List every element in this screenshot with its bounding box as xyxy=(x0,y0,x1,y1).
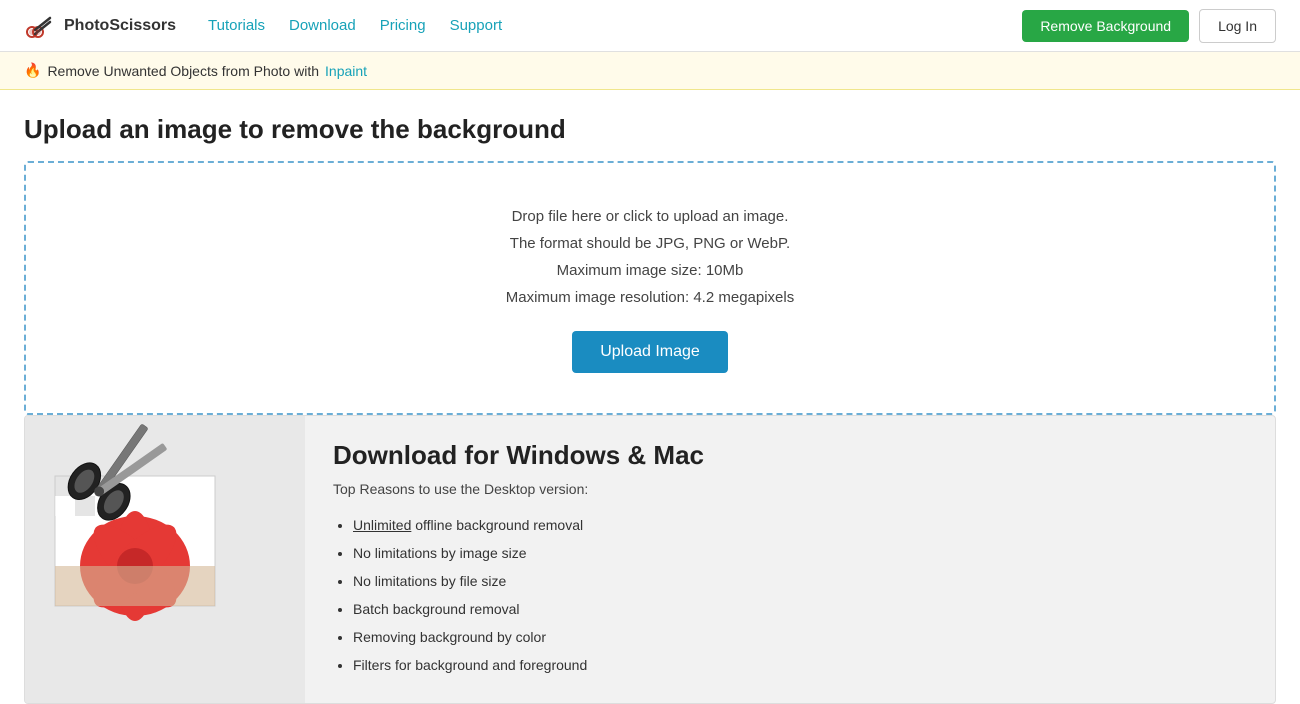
list-item: Unlimited offline background removal xyxy=(353,511,1247,539)
upload-area[interactable]: Drop file here or click to upload an ima… xyxy=(24,161,1276,415)
download-subtitle: Top Reasons to use the Desktop version: xyxy=(333,481,1247,497)
upload-instructions: Drop file here or click to upload an ima… xyxy=(46,203,1254,311)
main-nav: Tutorials Download Pricing Support xyxy=(208,17,1022,34)
nav-support[interactable]: Support xyxy=(450,17,503,34)
login-button[interactable]: Log In xyxy=(1199,9,1276,43)
nav-download[interactable]: Download xyxy=(289,17,356,34)
download-features-list: Unlimited offline background removal No … xyxy=(333,511,1247,679)
upload-line3: Maximum image size: 10Mb xyxy=(46,257,1254,284)
nav-tutorials[interactable]: Tutorials xyxy=(208,17,265,34)
remove-background-button[interactable]: Remove Background xyxy=(1022,10,1189,42)
upload-line1: Drop file here or click to upload an ima… xyxy=(46,203,1254,230)
logo-area: PhotoScissors xyxy=(24,10,176,42)
scissors-illustration xyxy=(25,416,305,636)
list-item: Filters for background and foreground xyxy=(353,651,1247,679)
fire-icon: 🔥 xyxy=(24,62,41,79)
list-item: Removing background by color xyxy=(353,623,1247,651)
download-section: Download for Windows & Mac Top Reasons t… xyxy=(24,415,1276,704)
list-item: No limitations by image size xyxy=(353,539,1247,567)
upload-line4: Maximum image resolution: 4.2 megapixels xyxy=(46,284,1254,311)
header-actions: Remove Background Log In xyxy=(1022,9,1276,43)
nav-pricing[interactable]: Pricing xyxy=(380,17,426,34)
feature-unlimited: Unlimited xyxy=(353,517,411,533)
logo-text: PhotoScissors xyxy=(64,17,176,35)
upload-image-button[interactable]: Upload Image xyxy=(572,331,728,373)
download-image-area xyxy=(25,416,305,703)
header: PhotoScissors Tutorials Download Pricing… xyxy=(0,0,1300,52)
main-content: Upload an image to remove the background… xyxy=(0,90,1300,704)
notice-text: Remove Unwanted Objects from Photo with xyxy=(47,63,319,79)
list-item: No limitations by file size xyxy=(353,567,1247,595)
list-item: Batch background removal xyxy=(353,595,1247,623)
upload-line2: The format should be JPG, PNG or WebP. xyxy=(46,230,1254,257)
download-text-area: Download for Windows & Mac Top Reasons t… xyxy=(305,416,1275,703)
download-title: Download for Windows & Mac xyxy=(333,440,1247,471)
notice-banner: 🔥 Remove Unwanted Objects from Photo wit… xyxy=(0,52,1300,90)
page-title: Upload an image to remove the background xyxy=(24,114,1276,145)
logo-icon xyxy=(24,10,56,42)
inpaint-link[interactable]: Inpaint xyxy=(325,63,367,79)
